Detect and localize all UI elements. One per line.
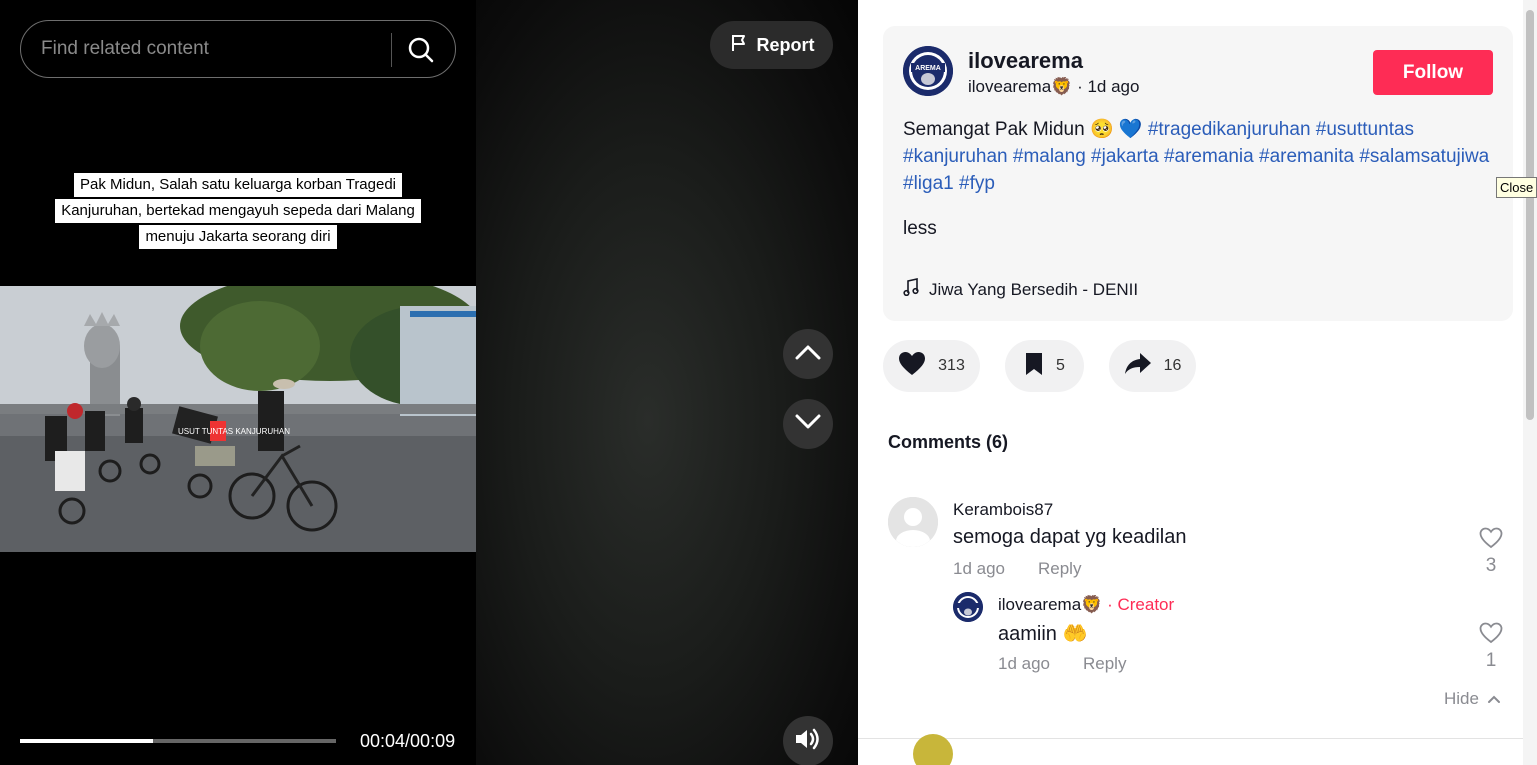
hashtag-link[interactable]: #malang	[1013, 146, 1086, 167]
reply-age: 1d ago	[998, 654, 1050, 673]
hide-replies-button[interactable]: Hide	[1444, 689, 1501, 709]
reply-username-row: ilovearema🦁 · Creator	[998, 595, 1174, 615]
heart-outline-icon	[1479, 622, 1503, 649]
caption-line-1: Pak Midun, Salah satu keluarga korban Tr…	[73, 173, 403, 197]
avatar-text: AREMA	[915, 65, 941, 72]
chevron-up-icon	[795, 344, 821, 365]
video-description: Semangat Pak Midun 🥺 💙 #tragedikanjuruha…	[903, 116, 1493, 197]
comments-title: Comments (6)	[888, 432, 1009, 452]
hashtag-link[interactable]: #usuttuntas	[1316, 119, 1414, 140]
less-toggle[interactable]: less	[903, 218, 937, 240]
video-caption: Pak Midun, Salah satu keluarga korban Tr…	[0, 172, 476, 250]
hashtag-link[interactable]: #fyp	[959, 173, 995, 194]
video-player[interactable]: Pak Midun, Salah satu keluarga korban Tr…	[0, 0, 476, 765]
author-handle: ilovearema🦁	[968, 77, 1073, 96]
chevron-down-icon	[795, 414, 821, 435]
hashtag-link[interactable]: #liga1	[903, 173, 954, 194]
caption-line-3: menuju Jakarta seorang diri	[139, 225, 337, 249]
follow-button[interactable]: Follow	[1373, 50, 1493, 95]
comment-age: 1d ago	[953, 559, 1005, 578]
like-button[interactable]: 313	[883, 340, 980, 392]
volume-button[interactable]	[783, 716, 833, 765]
video-stage: Pak Midun, Salah satu keluarga korban Tr…	[0, 0, 858, 765]
flag-icon	[729, 33, 749, 58]
bookmark-icon	[1024, 352, 1044, 381]
music-title: Jiwa Yang Bersedih - DENII	[929, 279, 1139, 299]
comment-like-button[interactable]: 3	[1476, 527, 1506, 577]
author-avatar[interactable]: AREMA	[903, 46, 953, 96]
video-time: 00:04/00:09	[360, 731, 456, 751]
music-note-icon	[903, 278, 919, 301]
save-button[interactable]: 5	[1005, 340, 1084, 392]
author-subtitle: ilovearema🦁 · 1d ago	[968, 77, 1139, 97]
creator-badge: Creator	[1117, 595, 1175, 614]
reply-like-button[interactable]: 1	[1476, 622, 1506, 672]
reply-avatar[interactable]	[953, 592, 983, 622]
hashtag-link[interactable]: #aremania	[1164, 146, 1254, 167]
reply-username[interactable]: ilovearema🦁	[998, 595, 1102, 614]
search-divider	[391, 33, 392, 67]
reply-separator: ·	[1107, 595, 1113, 614]
comment-divider	[858, 738, 1523, 739]
share-count: 16	[1163, 357, 1182, 374]
video-progress-fill	[20, 739, 153, 743]
report-label: Report	[756, 34, 815, 55]
details-panel: AREMA ilovearema ilovearema🦁 · 1d ago Fo…	[858, 0, 1537, 765]
chevron-up-icon	[1487, 689, 1501, 709]
hashtag-link[interactable]: #jakarta	[1091, 146, 1159, 167]
hashtag-link[interactable]: #tragedikanjuruhan	[1148, 119, 1311, 140]
next-video-button[interactable]	[783, 399, 833, 449]
reply-reply-button[interactable]: Reply	[1083, 654, 1126, 674]
hashtag-link[interactable]: #aremanita	[1259, 146, 1354, 167]
dot-separator: ·	[1077, 77, 1088, 96]
save-count: 5	[1056, 357, 1065, 374]
comment-like-count: 3	[1485, 555, 1497, 576]
description-text: Semangat Pak Midun 🥺 💙	[903, 119, 1143, 140]
post-age: 1d ago	[1087, 77, 1140, 96]
reply-button[interactable]: Reply	[1038, 559, 1081, 579]
blurred-background	[476, 0, 858, 765]
share-button[interactable]: 16	[1109, 340, 1196, 392]
commenter-avatar[interactable]	[888, 497, 938, 547]
sign-text: USUT TUNTAS KANJURUHAN	[178, 427, 290, 436]
search-input[interactable]	[41, 35, 391, 63]
reply-text: aamiin 🤲	[998, 623, 1088, 645]
caption-line-2: Kanjuruhan, bertekad mengayuh sepeda dar…	[55, 199, 421, 223]
reply-like-count: 1	[1485, 650, 1497, 671]
video-progress-bar[interactable]	[20, 739, 336, 743]
previous-video-button[interactable]	[783, 329, 833, 379]
hide-label: Hide	[1444, 689, 1479, 708]
author-name[interactable]: ilovearema	[968, 48, 1083, 74]
volume-icon	[794, 727, 822, 756]
share-arrow-icon	[1124, 352, 1152, 381]
close-tooltip: Close	[1496, 177, 1537, 198]
report-button[interactable]: Report	[710, 21, 833, 69]
video-frame: USUT TUNTAS KANJURUHAN	[0, 286, 476, 552]
heart-icon	[898, 351, 926, 382]
hashtag-link[interactable]: #salamsatujiwa	[1359, 146, 1489, 167]
video-info-card: AREMA ilovearema ilovearema🦁 · 1d ago Fo…	[883, 26, 1513, 321]
like-count: 313	[938, 357, 965, 374]
music-link[interactable]: Jiwa Yang Bersedih - DENII	[903, 278, 1138, 301]
search-bar	[20, 20, 456, 78]
comment-username[interactable]: Kerambois87	[953, 500, 1053, 520]
search-icon[interactable]	[407, 36, 435, 64]
hashtag-link[interactable]: #kanjuruhan	[903, 146, 1008, 167]
scrollbar[interactable]	[1523, 0, 1537, 765]
comment-text: semoga dapat yg keadilan	[953, 526, 1187, 548]
scrollbar-thumb[interactable]	[1526, 10, 1534, 420]
heart-outline-icon	[1479, 527, 1503, 554]
